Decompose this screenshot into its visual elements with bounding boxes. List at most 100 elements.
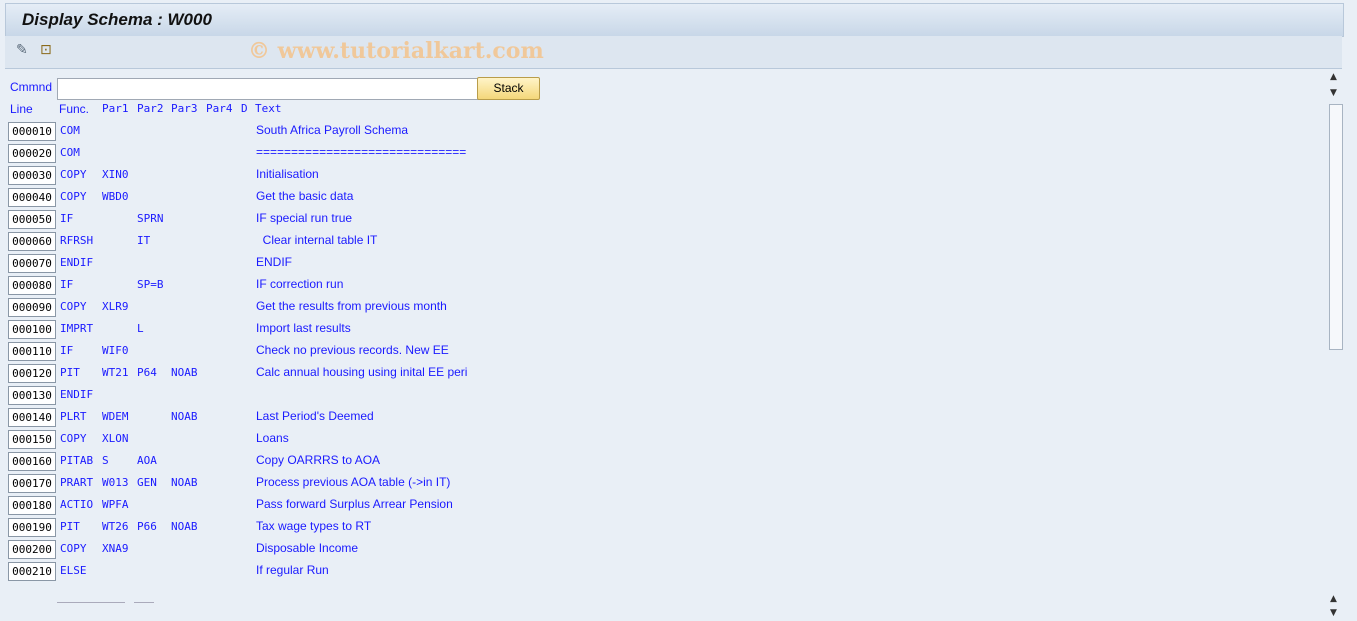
par1-cell: XIN0 — [102, 168, 129, 181]
line-number-field[interactable]: 000160 — [8, 452, 56, 471]
text-cell: Get the basic data — [256, 189, 354, 203]
func-cell: COM — [60, 146, 80, 159]
par2-cell: P66 — [137, 520, 157, 533]
line-number-field[interactable]: 000100 — [8, 320, 56, 339]
line-number-field[interactable]: 000050 — [8, 210, 56, 229]
line-number-field[interactable]: 000180 — [8, 496, 56, 515]
scrollbar-thumb[interactable] — [1329, 104, 1343, 350]
func-cell: ENDIF — [60, 388, 94, 401]
command-label: Cmmnd — [10, 80, 53, 94]
line-number-field[interactable]: 000040 — [8, 188, 56, 207]
edit-icon[interactable]: ✎ — [16, 42, 28, 58]
par2-cell: GEN — [137, 476, 157, 489]
line-number-field[interactable]: 000120 — [8, 364, 56, 383]
table-row: 000180 ACTIO WPFA Pass forward Surplus Arre… — [0, 494, 700, 516]
table-row: 000010 COM South Africa Payroll Schema — [0, 120, 700, 142]
line-number-field[interactable]: 000150 — [8, 430, 56, 449]
table-row: 000140 PLRT WDEM NOAB Last Period's Deemed — [0, 406, 700, 428]
line-number-field[interactable]: 000020 — [8, 144, 56, 163]
line-number-field[interactable]: 000200 — [8, 540, 56, 559]
line-number-field[interactable]: 000130 — [8, 386, 56, 405]
table-row: 000020 COM ============================== — [0, 142, 700, 164]
scroll-down-icon[interactable]: ▼ — [1330, 88, 1337, 98]
par2-cell: L — [137, 322, 144, 335]
text-cell: Disposable Income — [256, 541, 359, 555]
table-row: 000170 PRART W013 GEN NOAB Process previous A… — [0, 472, 700, 494]
underline — [57, 602, 125, 603]
window-title: Display Schema : W000 — [22, 10, 212, 29]
par3-cell: NOAB — [171, 410, 198, 423]
header-line: Line — [10, 102, 33, 116]
func-cell: ELSE — [60, 564, 87, 577]
text-cell: Pass forward Surplus Arrear Pension — [256, 497, 453, 511]
table-row: 000080 IF SP=B IF correction run — [0, 274, 700, 296]
func-cell: IF — [60, 278, 74, 291]
line-number-field[interactable]: 000190 — [8, 518, 56, 537]
line-number-field[interactable]: 000210 — [8, 562, 56, 581]
text-cell: Copy OARRRS to AOA — [256, 453, 381, 467]
line-number-field[interactable]: 000170 — [8, 474, 56, 493]
line-number-field[interactable]: 000110 — [8, 342, 56, 361]
table-row: 000200 COPY XNA9 Disposable Income — [0, 538, 700, 560]
func-cell: PIT — [60, 520, 80, 533]
scroll-up-icon[interactable]: ▲ — [1330, 594, 1337, 604]
table-row: 000040 COPY WBD0 Get the basic data — [0, 186, 700, 208]
stack-button[interactable]: Stack — [477, 77, 540, 100]
scroll-down-icon[interactable]: ▼ — [1330, 608, 1337, 618]
par1-cell: XLR9 — [102, 300, 129, 313]
line-number-field[interactable]: 000010 — [8, 122, 56, 141]
toolbar: ✎ ⊡ © www.tutorialkart.com — [5, 36, 1342, 69]
line-number-field[interactable]: 000090 — [8, 298, 56, 317]
text-cell: IF special run true — [256, 211, 353, 225]
line-number-field[interactable]: 000140 — [8, 408, 56, 427]
command-input[interactable] — [57, 78, 480, 100]
header-text: Text — [255, 102, 282, 115]
func-cell: IMPRT — [60, 322, 94, 335]
par2-cell: SP=B — [137, 278, 164, 291]
func-cell: PLRT — [60, 410, 87, 423]
par1-cell: XNA9 — [102, 542, 129, 555]
line-number-field[interactable]: 000060 — [8, 232, 56, 251]
table-row: 000060 RFRSH IT Clear internal table IT — [0, 230, 700, 252]
title-bar: Display Schema : W000 — [5, 3, 1344, 37]
text-cell: Check no previous records. New EE — [256, 343, 449, 357]
func-cell: COPY — [60, 542, 87, 555]
text-cell: Get the results from previous month — [256, 299, 447, 313]
text-cell: ============================== — [256, 145, 467, 159]
table-row: 000100 IMPRT L Import last results — [0, 318, 700, 340]
table-row: 000130 ENDIF — [0, 384, 700, 406]
func-cell: PRART — [60, 476, 94, 489]
text-cell: Last Period's Deemed — [256, 409, 374, 423]
func-cell: ACTIO — [60, 498, 94, 511]
header-d: D — [241, 102, 248, 115]
table-row: 000110 IF WIF0 Check no previous records. N… — [0, 340, 700, 362]
par1-cell: WT26 — [102, 520, 129, 533]
par2-cell: SPRN — [137, 212, 164, 225]
par2-cell: AOA — [137, 454, 157, 467]
text-cell: Process previous AOA table (->in IT) — [256, 475, 451, 489]
par1-cell: WT21 — [102, 366, 129, 379]
line-number-field[interactable]: 000030 — [8, 166, 56, 185]
table-row: 000150 COPY XLON Loans — [0, 428, 700, 450]
hierarchy-icon[interactable]: ⊡ — [40, 42, 52, 58]
table-row: 000090 COPY XLR9 Get the results from previ… — [0, 296, 700, 318]
func-cell: RFRSH — [60, 234, 94, 247]
table-row: 000070 ENDIF ENDIF — [0, 252, 700, 274]
text-cell: If regular Run — [256, 563, 329, 577]
text-cell: Calc annual housing using inital EE peri — [256, 365, 468, 379]
scroll-up-icon[interactable]: ▲ — [1330, 72, 1337, 82]
watermark: © www.tutorialkart.com — [248, 38, 544, 64]
func-cell: COPY — [60, 168, 87, 181]
table-row: 000120 PIT WT21 P64 NOAB Calc annual housing … — [0, 362, 700, 384]
header-func: Func. — [59, 102, 90, 116]
header-par4: Par4 — [206, 102, 233, 115]
table-row: 000190 PIT WT26 P66 NOAB Tax wage types to RT — [0, 516, 700, 538]
line-number-field[interactable]: 000070 — [8, 254, 56, 273]
par1-cell: WBD0 — [102, 190, 129, 203]
par3-cell: NOAB — [171, 366, 198, 379]
text-cell: Loans — [256, 431, 289, 445]
par3-cell: NOAB — [171, 520, 198, 533]
par1-cell: W013 — [102, 476, 129, 489]
text-cell: Clear internal table IT — [256, 233, 378, 247]
line-number-field[interactable]: 000080 — [8, 276, 56, 295]
